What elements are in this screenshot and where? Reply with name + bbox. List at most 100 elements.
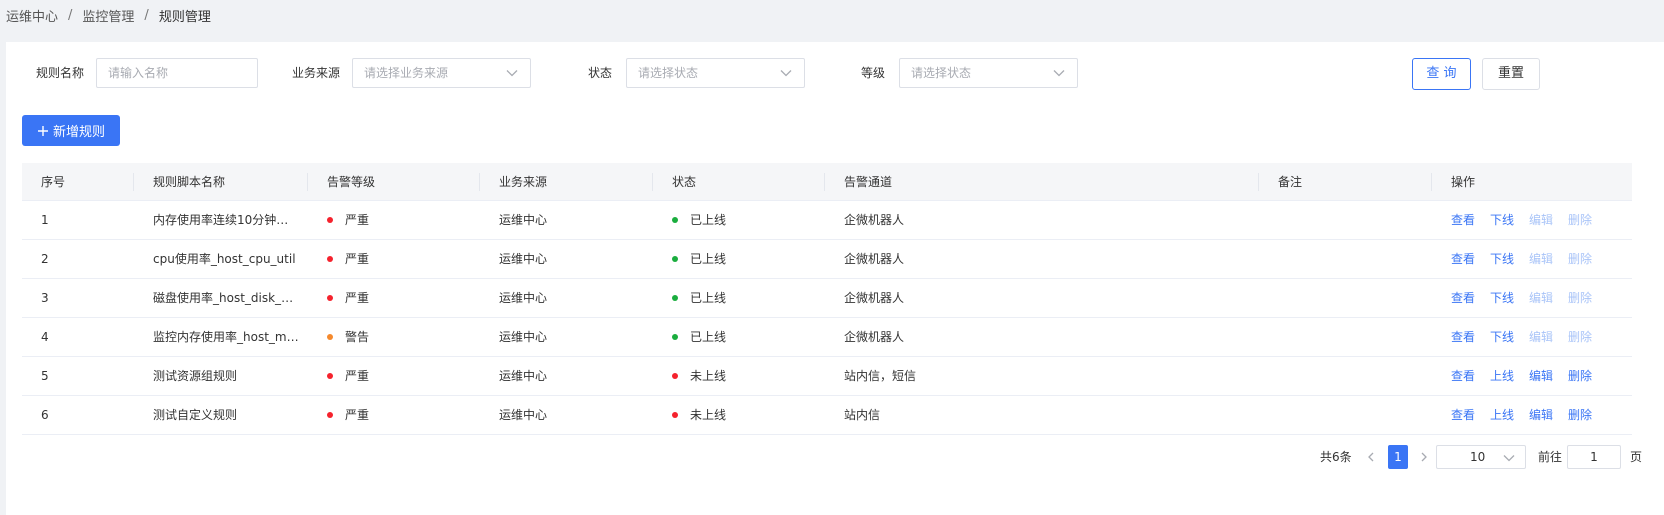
- view-link[interactable]: 查看: [1451, 291, 1475, 305]
- toggle-online-link[interactable]: 上线: [1490, 408, 1514, 422]
- row-level: 严重: [308, 201, 480, 239]
- table-row: 5 测试资源组规则 严重 运维中心 未上线 站内信，短信 查看 上线 编辑 删除: [22, 357, 1632, 396]
- chevron-down-icon: [1503, 455, 1515, 462]
- view-link[interactable]: 查看: [1451, 252, 1475, 266]
- view-link[interactable]: 查看: [1451, 213, 1475, 227]
- status-dot-icon: [672, 333, 678, 340]
- edit-link: 编辑: [1529, 213, 1554, 227]
- row-channel: 站内信: [844, 408, 881, 422]
- row-actions: 查看 下线 编辑 删除: [1432, 240, 1632, 278]
- col-header-channel: 告警通道: [825, 163, 1259, 201]
- row-status: 已上线: [653, 201, 825, 239]
- level-select[interactable]: 请选择状态: [899, 58, 1078, 88]
- source-select-placeholder: 请选择业务来源: [364, 66, 449, 80]
- chevron-down-icon: [780, 70, 792, 77]
- page-suffix-label: 页: [1630, 450, 1643, 464]
- status-select[interactable]: 请选择状态: [626, 58, 805, 88]
- delete-link: 删除: [1568, 252, 1593, 266]
- col-header-status: 状态: [653, 163, 825, 201]
- breadcrumb-separator: /: [68, 7, 73, 23]
- delete-link: 删除: [1568, 330, 1593, 344]
- row-index: 4: [41, 330, 49, 344]
- row-channel: 企微机器人: [844, 213, 905, 227]
- rule-name-label: 规则名称: [36, 66, 85, 80]
- delete-link[interactable]: 删除: [1568, 408, 1592, 422]
- level-dot-icon: [327, 294, 333, 301]
- row-remark: [1259, 279, 1432, 317]
- row-remark: [1259, 357, 1432, 395]
- edit-link: 编辑: [1529, 252, 1554, 266]
- toggle-online-link[interactable]: 下线: [1490, 252, 1514, 266]
- plus-icon: [37, 125, 48, 136]
- status-dot-icon: [672, 372, 678, 379]
- toggle-online-link[interactable]: 下线: [1490, 213, 1514, 227]
- chevron-left-icon: [1368, 452, 1374, 462]
- reset-button[interactable]: 重置: [1482, 58, 1540, 90]
- edit-link[interactable]: 编辑: [1529, 369, 1553, 383]
- toggle-online-link[interactable]: 上线: [1490, 369, 1514, 383]
- row-rule-name: 内存使用率连续10分钟超2...: [153, 213, 308, 227]
- row-remark: [1259, 240, 1432, 278]
- row-source: 运维中心: [499, 213, 548, 227]
- view-link[interactable]: 查看: [1451, 330, 1475, 344]
- status-dot-icon: [672, 294, 678, 301]
- row-status-text: 已上线: [690, 330, 727, 344]
- source-select[interactable]: 请选择业务来源: [352, 58, 531, 88]
- table-row: 6 测试自定义规则 严重 运维中心 未上线 站内信 查看 上线 编辑 删除: [22, 396, 1632, 435]
- row-index: 3: [41, 291, 49, 305]
- add-rule-button[interactable]: 新增规则: [22, 115, 120, 146]
- toggle-online-link[interactable]: 下线: [1490, 291, 1514, 305]
- table-row: 4 监控内存使用率_host_me... 警告 运维中心 已上线 企微机器人 查看 下线 编辑删…: [22, 318, 1632, 357]
- main-panel: 规则名称 业务来源 请选择业务来源 状态 请选择状态 等级 请选择状态 查 询 …: [6, 42, 1664, 515]
- row-source: 运维中心: [499, 291, 548, 305]
- add-rule-label: 新增规则: [52, 125, 105, 140]
- row-rule-name: 测试资源组规则: [153, 369, 238, 383]
- row-rule-name: 测试自定义规则: [153, 408, 238, 422]
- row-level: 严重: [308, 240, 480, 278]
- goto-page-input[interactable]: [1567, 445, 1621, 469]
- level-dot-icon: [327, 216, 333, 223]
- page-number-current[interactable]: 1: [1388, 445, 1408, 469]
- edit-link: 编辑: [1529, 291, 1554, 305]
- col-header-level: 告警等级: [308, 163, 480, 201]
- row-rule-name: 监控内存使用率_host_me...: [153, 330, 306, 344]
- rule-name-input[interactable]: [96, 58, 258, 88]
- row-level-text: 严重: [345, 369, 370, 383]
- view-link[interactable]: 查看: [1451, 408, 1475, 422]
- delete-link: 删除: [1568, 213, 1593, 227]
- breadcrumb-item-ops-center[interactable]: 运维中心: [6, 6, 58, 25]
- row-index: 5: [41, 369, 49, 383]
- col-header-index: 序号: [22, 163, 134, 201]
- status-dot-icon: [672, 411, 678, 418]
- table-row: 1 内存使用率连续10分钟超2... 严重 运维中心 已上线 企微机器人 查看 下线 编辑 删除: [22, 201, 1632, 240]
- prev-page-button[interactable]: [1361, 445, 1381, 469]
- level-dot-icon: [327, 255, 333, 262]
- level-label: 等级: [861, 66, 886, 80]
- row-actions: 查看 下线 编辑 删除: [1432, 279, 1632, 317]
- delete-link[interactable]: 删除: [1568, 369, 1592, 383]
- row-status-text: 未上线: [690, 408, 727, 422]
- delete-link: 删除: [1568, 291, 1593, 305]
- row-source: 运维中心: [499, 252, 548, 266]
- table-row: 3 磁盘使用率_host_disk_util 严重 运维中心 已上线 企微机器人 查看 下线 编…: [22, 279, 1632, 318]
- breadcrumb-separator: /: [144, 7, 149, 23]
- rules-table: 序号 规则脚本名称 告警等级 业务来源 状态 告警通道 备注 操作 1 内存使用率…: [22, 163, 1632, 435]
- row-rule-name: 磁盘使用率_host_disk_util: [153, 291, 301, 305]
- breadcrumb-item-monitor[interactable]: 监控管理: [82, 6, 134, 25]
- row-status-text: 已上线: [690, 213, 727, 227]
- edit-link[interactable]: 编辑: [1529, 408, 1553, 422]
- toggle-online-link[interactable]: 下线: [1490, 330, 1514, 344]
- row-status-text: 未上线: [690, 369, 727, 383]
- view-link[interactable]: 查看: [1451, 369, 1475, 383]
- next-page-button[interactable]: [1414, 445, 1434, 469]
- status-select-placeholder: 请选择状态: [638, 66, 699, 80]
- level-dot-icon: [327, 333, 333, 340]
- breadcrumb: 运维中心 / 监控管理 / 规则管理: [6, 5, 211, 25]
- chevron-down-icon: [1053, 70, 1065, 77]
- row-level-text: 严重: [345, 291, 370, 305]
- filter-bar: 规则名称 业务来源 请选择业务来源 状态 请选择状态 等级 请选择状态 查 询 …: [6, 58, 1664, 90]
- col-header-name: 规则脚本名称: [134, 163, 308, 201]
- page-size-select[interactable]: 10: [1436, 445, 1526, 469]
- query-button[interactable]: 查 询: [1412, 58, 1471, 90]
- row-remark: [1259, 396, 1432, 434]
